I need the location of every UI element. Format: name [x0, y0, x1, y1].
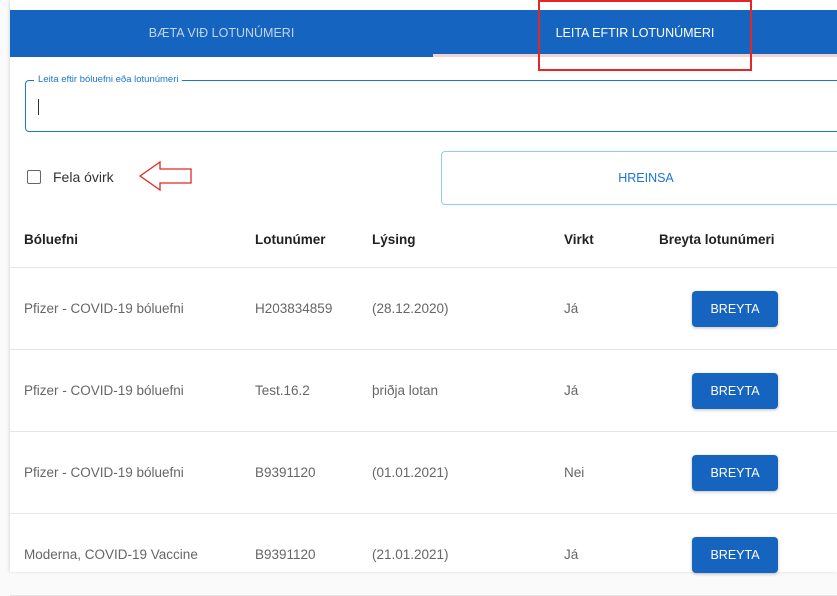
lot-number-cell: B9391120 [255, 547, 316, 562]
edit-button[interactable]: BREYTA [692, 291, 778, 327]
vaccine-cell: Pfizer - COVID-19 bóluefni [24, 383, 184, 398]
column-header-lot-number: Lotunúmer [255, 232, 326, 247]
edit-button[interactable]: BREYTA [692, 537, 778, 573]
page: BÆTA VIÐ LOTUNÚMERI LEITA EFTIR LOTUNÚME… [10, 0, 837, 596]
description-cell: (21.01.2021) [372, 547, 449, 562]
description-cell: (01.01.2021) [372, 465, 449, 480]
edit-button[interactable]: BREYTA [692, 373, 778, 409]
hide-inactive-checkbox[interactable] [27, 170, 41, 184]
column-header-edit: Breyta lotunúmeri [659, 232, 775, 247]
lot-number-cell: B9391120 [255, 465, 316, 480]
table-row: Pfizer - COVID-19 bóluefni Test.16.2 þri… [10, 350, 837, 432]
column-header-description: Lýsing [372, 232, 416, 247]
left-arrow-annotation-icon [138, 160, 192, 192]
column-header-vaccine: Bóluefni [24, 232, 78, 247]
tab-add-lot-number[interactable]: BÆTA VIÐ LOTUNÚMERI [10, 10, 433, 57]
search-input[interactable] [26, 81, 837, 133]
clear-button[interactable]: HREINSA [441, 151, 837, 205]
table-row: Pfizer - COVID-19 bóluefni H203834859 (2… [10, 268, 837, 350]
active-cell: Já [564, 383, 579, 398]
edit-button[interactable]: BREYTA [692, 455, 778, 491]
column-header-active: Virkt [564, 232, 594, 247]
text-caret [38, 99, 39, 115]
tab-search-lot-number[interactable]: LEITA EFTIR LOTUNÚMERI [433, 10, 837, 57]
lot-number-cell: H203834859 [255, 301, 333, 316]
vaccine-cell: Pfizer - COVID-19 bóluefni [24, 301, 184, 316]
description-cell: þriðja lotan [372, 383, 439, 398]
tab-bar: BÆTA VIÐ LOTUNÚMERI LEITA EFTIR LOTUNÚME… [10, 10, 837, 57]
hide-inactive-label: Fela óvirk [53, 169, 114, 185]
table-row: Moderna, COVID-19 Vaccine B9391120 (21.0… [10, 514, 837, 596]
vaccine-cell: Pfizer - COVID-19 bóluefni [24, 465, 184, 480]
lot-table: Bóluefni Lotunúmer Lýsing Virkt Breyta l… [10, 215, 837, 596]
vaccine-cell: Moderna, COVID-19 Vaccine [24, 547, 198, 562]
active-cell: Já [564, 301, 579, 316]
active-cell: Nei [564, 465, 585, 480]
description-cell: (28.12.2020) [372, 301, 449, 316]
active-cell: Já [564, 547, 579, 562]
lot-number-cell: Test.16.2 [255, 383, 310, 398]
active-tab-indicator [433, 54, 837, 57]
table-row: Pfizer - COVID-19 bóluefni B9391120 (01.… [10, 432, 837, 514]
search-field[interactable]: Leita eftir bóluefni eða lotunúmeri [25, 74, 837, 133]
table-header: Bóluefni Lotunúmer Lýsing Virkt Breyta l… [10, 215, 837, 268]
